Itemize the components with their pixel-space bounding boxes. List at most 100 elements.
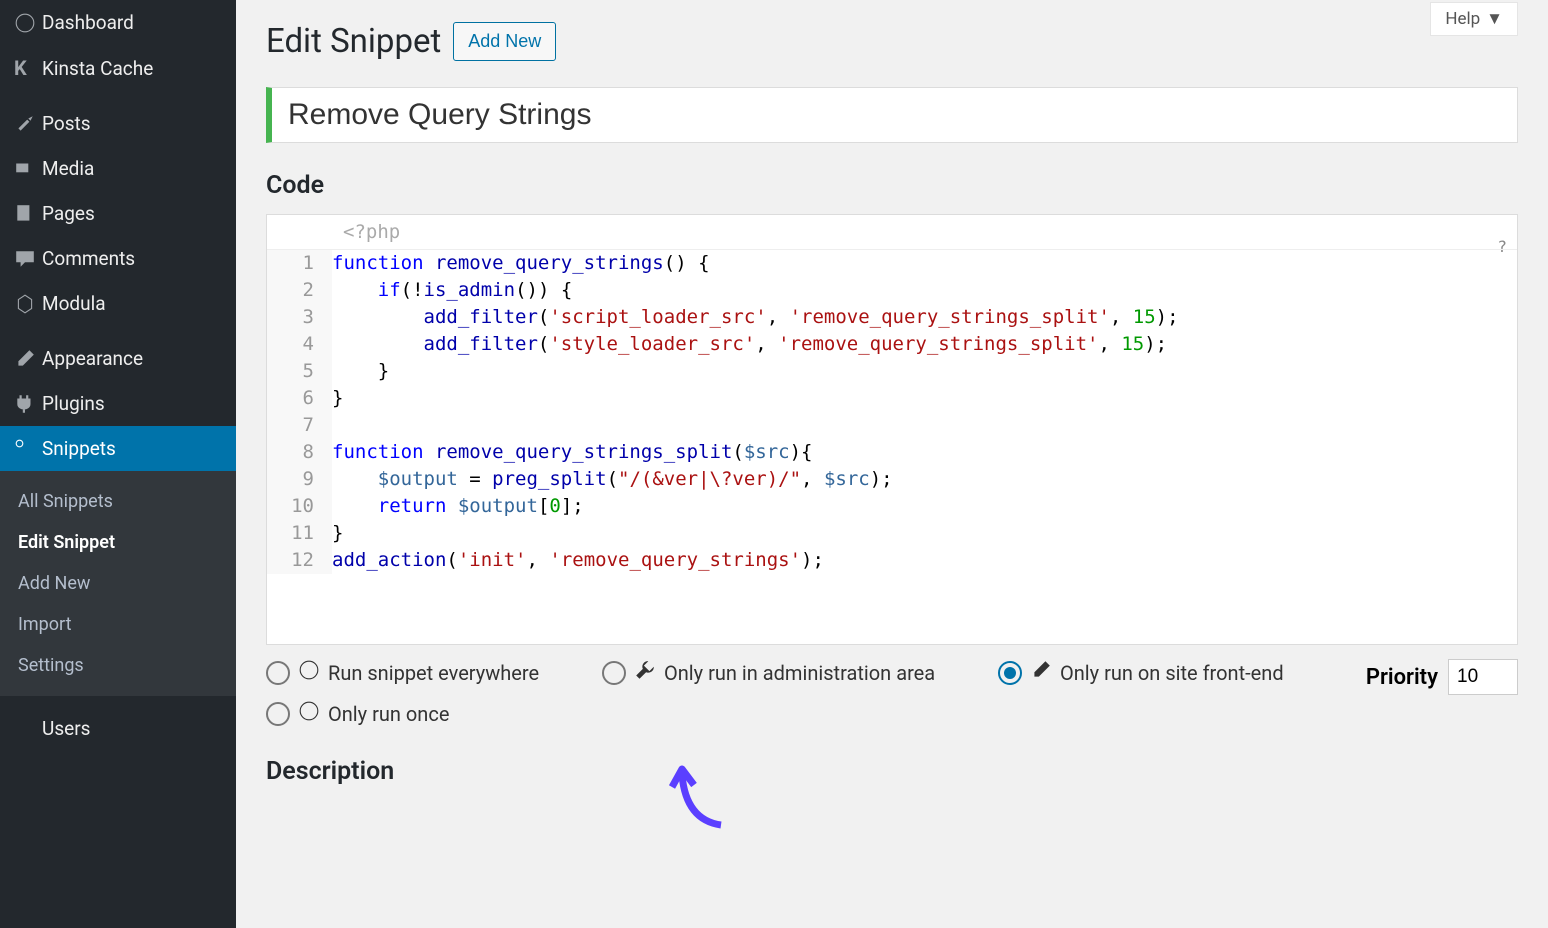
help-tab[interactable]: Help ▼ [1430,2,1518,36]
media-icon [14,158,42,180]
code-editor[interactable]: ? <?php 1function remove_query_strings()… [266,214,1518,645]
clock-icon [298,700,320,727]
scope-admin[interactable]: Only run in administration area [602,659,962,686]
comments-icon [14,248,42,270]
snippet-title-input[interactable] [288,98,1501,132]
kinsta-icon: K [14,56,42,80]
line-number: 11 [267,520,332,547]
code-line: 6} [267,385,1517,412]
code-text: add_filter('script_loader_src', 'remove_… [332,304,1517,331]
line-number: 3 [267,304,332,331]
scope-label: Only run once [328,702,449,726]
radio-icon [266,661,290,685]
sidebar-item-modula[interactable]: Modula [0,281,236,326]
sidebar-item-label: Modula [42,292,106,315]
code-line: 5 } [267,358,1517,385]
submenu-item-edit-snippet[interactable]: Edit Snippet [0,522,236,563]
sidebar-item-plugins[interactable]: Plugins [0,381,236,426]
sidebar-item-dashboard[interactable]: Dashboard [0,0,236,45]
submenu-item-add-new[interactable]: Add New [0,563,236,604]
code-section-heading: Code [266,171,1518,200]
sidebar-item-label: Users [42,717,90,740]
caret-down-icon: ▼ [1486,9,1503,29]
priority-label: Priority [1366,665,1438,690]
code-text: $output = preg_split("/(&ver|\?ver)/", $… [332,466,1517,493]
sidebar-item-label: Snippets [42,437,116,460]
sidebar-item-snippets[interactable]: Snippets [0,426,236,471]
submenu-item-settings[interactable]: Settings [0,645,236,686]
sidebar-item-users[interactable]: Users [0,706,236,751]
sidebar-item-label: Dashboard [42,11,134,34]
code-line: 11} [267,520,1517,547]
code-line: 1function remove_query_strings() { [267,250,1517,277]
priority-input[interactable] [1448,659,1518,695]
code-line: 3 add_filter('script_loader_src', 'remov… [267,304,1517,331]
help-label: Help [1445,9,1480,29]
submenu-item-all-snippets[interactable]: All Snippets [0,481,236,522]
code-text: add_filter('style_loader_src', 'remove_q… [332,331,1517,358]
line-number: 2 [267,277,332,304]
code-text: } [332,520,1517,547]
code-text: function remove_query_strings() { [332,250,1517,277]
code-text: function remove_query_strings_split($src… [332,439,1517,466]
sidebar-item-label: Pages [42,202,95,225]
code-intro: <?php [267,215,1517,250]
line-number: 4 [267,331,332,358]
code-text: if(!is_admin()) { [332,277,1517,304]
sidebar-item-pages[interactable]: Pages [0,191,236,236]
sidebar-item-label: Plugins [42,392,105,415]
plug-icon [14,393,42,415]
scissors-icon [14,438,42,460]
scope-once[interactable]: Only run once [266,700,626,727]
code-text [332,412,1517,439]
scope-label: Run snippet everywhere [328,661,539,685]
code-help-icon[interactable]: ? [1497,237,1507,256]
radio-icon [602,661,626,685]
code-line: 8function remove_query_strings_split($sr… [267,439,1517,466]
sidebar-item-label: Media [42,157,94,180]
scope-label: Only run on site front-end [1060,661,1284,685]
page-title: Edit Snippet [266,22,441,61]
sidebar-item-label: Kinsta Cache [42,57,153,80]
sidebar-item-label: Comments [42,247,135,270]
main-content: Help ▼ Edit Snippet Add New Code ? <?php… [236,0,1548,928]
submenu-item-import[interactable]: Import [0,604,236,645]
code-text: } [332,385,1517,412]
line-number: 8 [267,439,332,466]
sidebar-item-appearance[interactable]: Appearance [0,336,236,381]
sidebar-item-posts[interactable]: Posts [0,101,236,146]
scope-label: Only run in administration area [664,661,935,685]
add-new-button[interactable]: Add New [453,22,556,61]
sidebar-item-label: Posts [42,112,91,135]
line-number: 1 [267,250,332,277]
wrench-icon [634,659,656,686]
dashboard-icon [14,12,42,34]
line-number: 9 [267,466,332,493]
brush-icon [14,348,42,370]
scope-options: Run snippet everywhere Only run in admini… [266,659,1336,727]
user-icon [14,718,42,740]
code-line: 4 add_filter('style_loader_src', 'remove… [267,331,1517,358]
snippet-title-wrap [266,87,1518,143]
description-section-heading: Description [266,757,1518,786]
line-number: 12 [267,547,332,574]
code-text: add_action('init', 'remove_query_strings… [332,547,1517,574]
code-line: 2 if(!is_admin()) { [267,277,1517,304]
brush-icon [1030,659,1052,686]
line-number: 10 [267,493,332,520]
sidebar-item-media[interactable]: Media [0,146,236,191]
sidebar-item-comments[interactable]: Comments [0,236,236,281]
code-text: } [332,358,1517,385]
code-line: 9 $output = preg_split("/(&ver|\?ver)/",… [267,466,1517,493]
line-number: 7 [267,412,332,439]
scope-frontend[interactable]: Only run on site front-end [998,659,1298,686]
radio-icon [266,702,290,726]
globe-icon [298,659,320,686]
modula-icon [14,293,42,315]
scope-everywhere[interactable]: Run snippet everywhere [266,659,566,686]
priority-field: Priority [1366,659,1518,695]
sidebar-item-kinsta-cache[interactable]: KKinsta Cache [0,45,236,91]
admin-sidebar: DashboardKKinsta CachePostsMediaPagesCom… [0,0,236,928]
pages-icon [14,203,42,225]
line-number: 6 [267,385,332,412]
